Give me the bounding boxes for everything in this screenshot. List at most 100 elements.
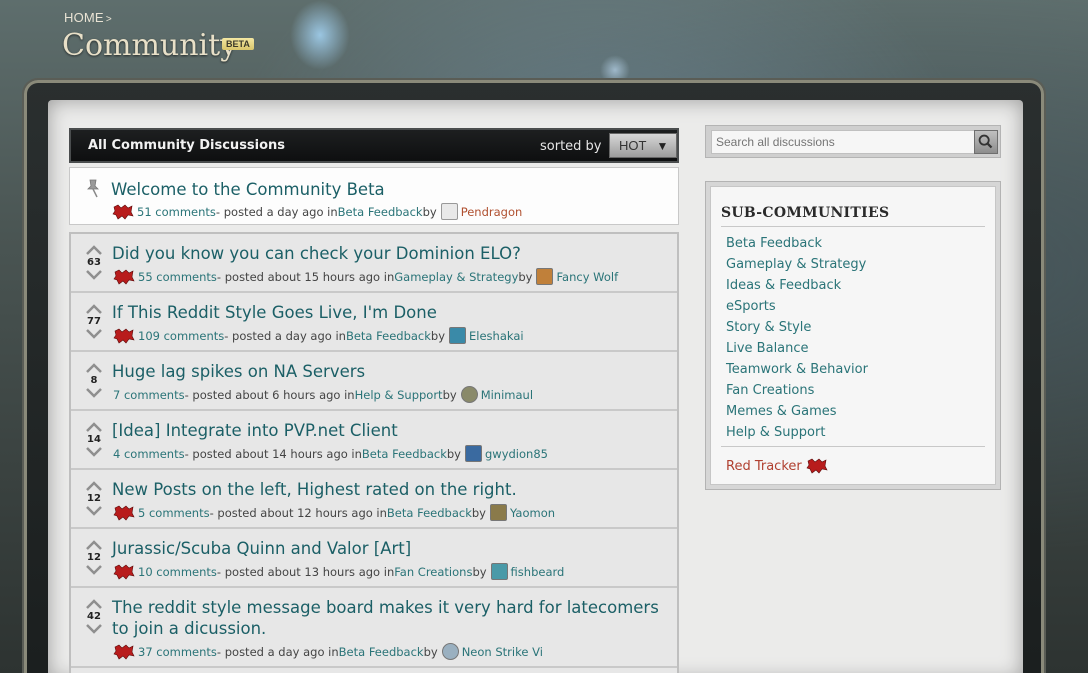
user-avatar[interactable] xyxy=(464,445,482,462)
topic-title-link[interactable]: [Idea] Integrate into PVP.net Client xyxy=(112,420,672,441)
vote-control: 12 xyxy=(85,539,103,576)
topic-meta: 37 comments - posted a day ago in Beta F… xyxy=(113,643,543,660)
upvote-icon[interactable] xyxy=(85,244,103,256)
posted-text: - posted a day ago in xyxy=(224,328,346,343)
user-avatar[interactable] xyxy=(449,327,467,344)
search-button[interactable] xyxy=(974,130,998,154)
sub-community-link[interactable]: Story & Style xyxy=(726,320,811,335)
beta-badge: BETA xyxy=(222,38,254,50)
category-link[interactable]: Help & Support xyxy=(355,388,443,402)
author-link[interactable]: Neon Strike Vi xyxy=(462,645,543,659)
author-link[interactable]: Fancy Wolf xyxy=(556,270,618,284)
category-link[interactable]: Beta Feedback xyxy=(339,645,424,659)
red-tracker-icon xyxy=(113,505,135,520)
upvote-icon[interactable] xyxy=(85,303,103,315)
comments-link[interactable]: 5 comments xyxy=(138,506,210,520)
topic-meta: 109 comments - posted a day ago in Beta … xyxy=(113,327,524,344)
user-avatar[interactable] xyxy=(536,268,554,285)
author-link[interactable]: Pendragon xyxy=(461,205,523,219)
vote-score: 14 xyxy=(87,434,101,445)
comments-link[interactable]: 55 comments xyxy=(138,270,217,284)
comments-link[interactable]: 10 comments xyxy=(138,565,217,579)
page-title: Community xyxy=(62,28,238,63)
user-avatar[interactable] xyxy=(441,643,459,660)
author-link[interactable]: Minimaul xyxy=(481,388,533,402)
comments-link[interactable]: 37 comments xyxy=(138,645,217,659)
user-avatar[interactable] xyxy=(489,504,507,521)
topic-title-link[interactable]: New Posts on the left, Highest rated on … xyxy=(112,479,672,500)
topic-title-link[interactable]: Did you know you can check your Dominion… xyxy=(112,243,672,264)
list-item: 12 Jurassic/Scuba Quinn and Valor [Art] … xyxy=(71,529,677,588)
sub-community-link[interactable]: Beta Feedback xyxy=(726,236,822,251)
discussions-title: All Community Discussions xyxy=(88,138,286,153)
topic-title-link[interactable]: Jurassic/Scuba Quinn and Valor [Art] xyxy=(112,538,672,559)
divider xyxy=(721,226,985,227)
topic-title-link[interactable]: Huge lag spikes on NA Servers xyxy=(112,361,672,382)
user-avatar[interactable] xyxy=(460,386,478,403)
downvote-icon[interactable] xyxy=(85,387,103,399)
downvote-icon[interactable] xyxy=(85,505,103,517)
search-input[interactable] xyxy=(711,130,977,154)
upvote-icon[interactable] xyxy=(85,480,103,492)
comments-link[interactable]: 51 comments xyxy=(137,205,216,219)
topic-title-link[interactable]: The reddit style message board makes it … xyxy=(112,597,672,639)
sub-community-link[interactable]: Ideas & Feedback xyxy=(726,278,841,293)
list-item: 14 [Idea] Integrate into PVP.net Client … xyxy=(71,411,677,470)
category-link[interactable]: Beta Feedback xyxy=(362,447,447,461)
downvote-icon[interactable] xyxy=(85,446,103,458)
topic-title-link[interactable]: If This Reddit Style Goes Live, I'm Done xyxy=(112,302,672,323)
upvote-icon[interactable] xyxy=(85,539,103,551)
topic-meta: 7 comments - posted about 6 hours ago in… xyxy=(113,386,533,403)
red-tracker-icon xyxy=(112,204,134,219)
user-avatar[interactable] xyxy=(440,203,458,220)
sub-community-link[interactable]: Live Balance xyxy=(726,341,809,356)
sub-community-link[interactable]: Help & Support xyxy=(726,425,825,440)
author-link[interactable]: gwydion85 xyxy=(485,447,548,461)
comments-link[interactable]: 7 comments xyxy=(113,388,185,402)
vote-control: 14 xyxy=(85,421,103,458)
upvote-icon[interactable] xyxy=(85,598,103,610)
red-tracker-icon xyxy=(113,564,135,579)
downvote-icon[interactable] xyxy=(85,328,103,340)
breadcrumb: HOME > xyxy=(64,10,112,25)
author-link[interactable]: Yaomon xyxy=(510,506,555,520)
sub-community-link[interactable]: eSports xyxy=(726,299,776,314)
sticky-post: Welcome to the Community Beta 51 comment… xyxy=(69,167,679,225)
breadcrumb-separator: > xyxy=(105,14,112,25)
list-item: 77 If This Reddit Style Goes Live, I'm D… xyxy=(71,293,677,352)
sub-communities-box: SUB-COMMUNITIES Beta Feedback Gameplay &… xyxy=(705,181,1001,490)
red-tracker-link[interactable]: Red Tracker xyxy=(726,458,831,474)
sub-community-link[interactable]: Memes & Games xyxy=(726,404,837,419)
sort-dropdown[interactable]: HOT ▼ xyxy=(609,133,677,158)
topic-meta: 5 comments - posted about 12 hours ago i… xyxy=(113,504,555,521)
by-text: by xyxy=(430,328,446,343)
category-link[interactable]: Fan Creations xyxy=(394,565,472,579)
category-link[interactable]: Beta Feedback xyxy=(338,205,423,219)
category-link[interactable]: Gameplay & Strategy xyxy=(394,270,518,284)
category-link[interactable]: Beta Feedback xyxy=(387,506,472,520)
sub-community-link[interactable]: Teamwork & Behavior xyxy=(726,362,868,377)
upvote-icon[interactable] xyxy=(85,421,103,433)
vote-control: 12 xyxy=(85,480,103,517)
comments-link[interactable]: 109 comments xyxy=(138,329,224,343)
sorted-by-label: sorted by xyxy=(540,139,602,154)
red-tracker-icon xyxy=(806,458,828,474)
sub-community-link[interactable]: Gameplay & Strategy xyxy=(726,257,866,272)
breadcrumb-home-link[interactable]: HOME xyxy=(64,10,104,25)
posted-text: - posted a day ago in xyxy=(215,204,338,219)
topic-title-link[interactable]: Welcome to the Community Beta xyxy=(111,179,671,200)
downvote-icon[interactable] xyxy=(85,623,103,635)
sub-communities-heading: SUB-COMMUNITIES xyxy=(721,205,890,221)
sub-community-link[interactable]: Fan Creations xyxy=(726,383,814,398)
downvote-icon[interactable] xyxy=(85,269,103,281)
author-link[interactable]: fishbeard xyxy=(511,565,565,579)
downvote-icon[interactable] xyxy=(85,564,103,576)
list-item: 8 Huge lag spikes on NA Servers 7 commen… xyxy=(71,352,677,411)
category-link[interactable]: Beta Feedback xyxy=(346,329,431,343)
author-link[interactable]: Eleshakai xyxy=(469,329,524,343)
upvote-icon[interactable] xyxy=(85,362,103,374)
comments-link[interactable]: 4 comments xyxy=(113,447,185,461)
user-avatar[interactable] xyxy=(490,563,508,580)
list-item: 42 The reddit style message board makes … xyxy=(71,588,677,668)
divider xyxy=(721,446,985,447)
